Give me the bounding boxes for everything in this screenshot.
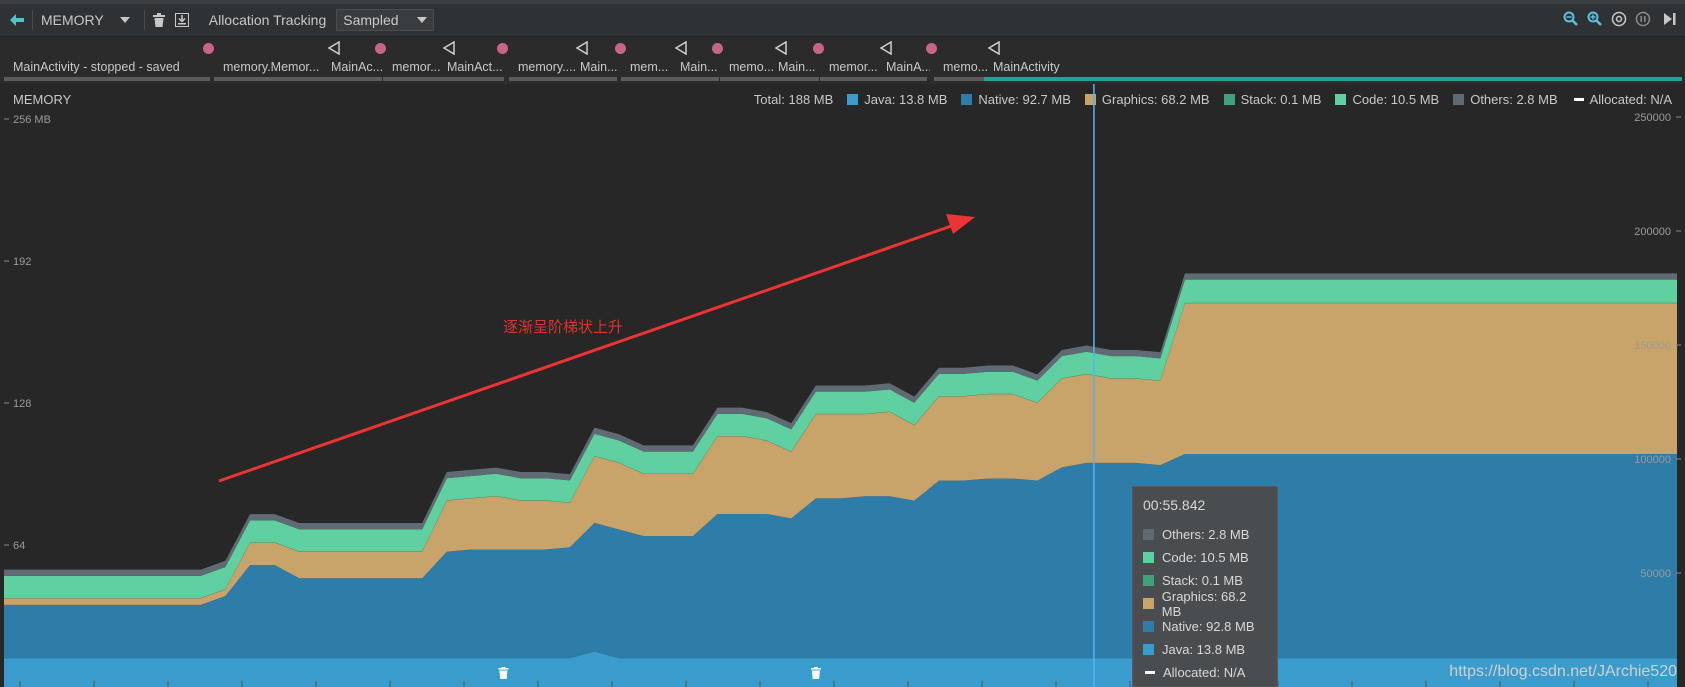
activity-dot-icon [497, 43, 508, 54]
event-label[interactable]: Main... [680, 60, 722, 74]
chevron-down-icon [417, 17, 428, 23]
tooltip-label: Graphics: 68.2 MB [1161, 588, 1247, 619]
event-bar [877, 77, 927, 81]
zoom-out-icon[interactable] [1563, 11, 1579, 30]
activity-dot-icon [712, 43, 723, 54]
event-label[interactable]: Main... [778, 60, 822, 74]
memory-chart-panel[interactable]: MEMORY Total: 188 MB Java: 13.8 MB Nativ… [0, 84, 1685, 687]
chevron-down-icon [119, 17, 130, 23]
event-label[interactable]: memor... [829, 60, 884, 74]
event-timeline: MainActivity - stopped - saved memory.Mem… [0, 37, 1685, 83]
event-bar [383, 77, 441, 81]
event-bar [820, 77, 881, 81]
event-bar [4, 77, 210, 81]
event-bar [934, 77, 984, 81]
tooltip-label: Native: 92.8 MB [1162, 619, 1255, 634]
left-axis-label: 64 [13, 540, 25, 552]
toolbar-separator [143, 10, 145, 30]
event-label[interactable]: MainAc... [331, 60, 385, 74]
tooltip-swatch [1143, 552, 1154, 563]
activity-dot-icon [375, 43, 386, 54]
tooltip-row: Allocated: N/A [1143, 661, 1267, 684]
event-label[interactable]: mem... [630, 60, 676, 74]
memory-tooltip: 00:55.842 Others: 2.8 MB Code: 10.5 MB Sta… [1132, 486, 1278, 687]
allocation-tracking-label: Allocation Tracking [208, 12, 327, 28]
event-label[interactable]: memor... [392, 60, 444, 74]
delete-icon[interactable] [152, 13, 165, 27]
tooltip-swatch [1143, 575, 1154, 586]
left-axis-label: 192 [13, 256, 31, 268]
tooltip-rows: Others: 2.8 MB Code: 10.5 MB Stack: 0.1 MB… [1143, 523, 1267, 684]
toolbar-separator [32, 10, 33, 30]
event-bar [438, 77, 504, 81]
back-arrow-icon[interactable] [10, 14, 24, 26]
event-bar [621, 77, 673, 81]
event-bar [509, 77, 577, 81]
right-axis-label: 250000 [1634, 112, 1671, 124]
event-bar [769, 77, 819, 81]
memory-area-chart: 256 MB 192 128 64 250000 200000 150000 100000 50… [4, 84, 1681, 687]
activity-dot-icon [203, 43, 214, 54]
tooltip-swatch [1143, 621, 1154, 632]
activity-dot-icon [926, 43, 937, 54]
event-label[interactable]: memory.Memor... [223, 60, 328, 74]
annotation-arrow-head-icon [946, 214, 975, 234]
tooltip-swatch [1143, 598, 1154, 609]
left-axis-label: 128 [13, 398, 31, 410]
event-label[interactable]: memo... [729, 60, 776, 74]
tooltip-row: Java: 13.8 MB [1143, 638, 1267, 661]
event-bar [671, 77, 719, 81]
event-bar [322, 77, 382, 81]
tooltip-row: Code: 10.5 MB [1143, 546, 1267, 569]
profiler-toolbar: MEMORY Allocation Tracking Sampled [0, 4, 1685, 37]
event-label[interactable]: MainAct... [447, 60, 507, 74]
event-bar [984, 77, 1682, 81]
tooltip-label: Code: 10.5 MB [1162, 550, 1249, 565]
memory-dropdown[interactable]: MEMORY [41, 12, 130, 28]
zoom-in-icon[interactable] [1587, 11, 1603, 30]
event-label[interactable]: MainA... [886, 60, 930, 74]
jump-to-end-icon[interactable] [1663, 12, 1677, 29]
event-label[interactable]: memo... [943, 60, 987, 74]
right-axis-label: 150000 [1634, 340, 1671, 352]
event-bar [720, 77, 773, 81]
tooltip-time: 00:55.842 [1143, 497, 1206, 513]
tooltip-swatch [1143, 644, 1154, 655]
tooltip-row: Graphics: 68.2 MB [1143, 589, 1267, 619]
tooltip-swatch [1143, 529, 1154, 540]
sampling-value: Sampled [343, 12, 399, 28]
save-icon[interactable] [174, 13, 189, 27]
tooltip-row: Native: 92.8 MB [1143, 615, 1267, 638]
tooltip-row: Others: 2.8 MB [1143, 523, 1267, 546]
toolbar-right-icons [1563, 8, 1677, 32]
event-label[interactable]: Main... [580, 60, 620, 74]
tooltip-swatch [1143, 671, 1155, 674]
annotation-text: 逐渐呈阶梯状上升 [503, 319, 624, 336]
event-bar [214, 77, 325, 81]
activity-dot-icon [813, 43, 824, 54]
tooltip-label: Java: 13.8 MB [1162, 642, 1246, 657]
activity-dot-icon [615, 43, 626, 54]
event-bar [571, 77, 617, 81]
right-axis-label: 100000 [1634, 454, 1671, 466]
tooltip-label: Stack: 0.1 MB [1162, 573, 1243, 588]
reset-zoom-icon[interactable] [1611, 11, 1627, 30]
event-label[interactable]: MainActivity [993, 60, 1685, 74]
tooltip-label: Others: 2.8 MB [1162, 527, 1250, 542]
event-label[interactable]: memory.... [518, 60, 580, 74]
watermark: https://blog.csdn.net/JArchie520 [1449, 663, 1677, 680]
memory-label: MEMORY [41, 12, 104, 28]
right-axis-label: 50000 [1640, 568, 1671, 580]
left-axis-label: 256 MB [13, 114, 51, 126]
sampling-select[interactable]: Sampled [336, 9, 435, 31]
pause-icon[interactable] [1635, 11, 1651, 30]
tooltip-label: Allocated: N/A [1163, 665, 1246, 680]
event-label[interactable]: MainActivity - stopped - saved [13, 60, 213, 74]
right-axis-label: 200000 [1634, 226, 1671, 238]
